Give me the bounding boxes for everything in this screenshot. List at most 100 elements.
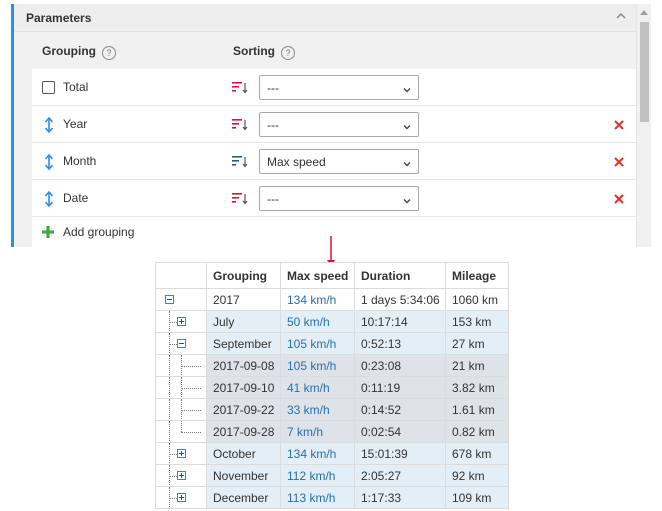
table-row[interactable]: 2017-09-22 33 km/h 0:14:52 1.61 km bbox=[155, 398, 509, 421]
table-row[interactable]: 2017-09-10 41 km/h 0:11:19 3.82 km bbox=[155, 376, 509, 399]
chevron-down-icon bbox=[403, 157, 411, 167]
chevron-up-icon[interactable] bbox=[616, 11, 626, 21]
sort-select[interactable]: --- bbox=[259, 186, 419, 211]
sorting-column-header: Sorting? bbox=[233, 44, 295, 60]
sort-select[interactable]: --- bbox=[259, 112, 419, 137]
grouping-label: Total bbox=[63, 80, 89, 94]
sort-unset-icon[interactable] bbox=[232, 80, 248, 94]
table-row[interactable]: 2017-09-08 105 km/h 0:23:08 21 km bbox=[155, 354, 509, 377]
drag-handle-icon[interactable] bbox=[42, 116, 56, 134]
table-row[interactable]: July 50 km/h 10:17:14 153 km bbox=[155, 310, 509, 333]
mileage-cell: 1.61 km bbox=[445, 398, 509, 421]
table-row[interactable]: 2017 134 km/h 1 days 5:34:06 1060 km bbox=[155, 288, 509, 311]
max-speed-cell: 33 km/h bbox=[280, 398, 355, 421]
grouping-header-label: Grouping bbox=[42, 44, 96, 58]
chevron-down-icon bbox=[403, 83, 411, 93]
column-header-max-speed[interactable]: Max speed bbox=[280, 262, 355, 289]
table-row[interactable]: November 112 km/h 2:05:27 92 km bbox=[155, 464, 509, 487]
sort-select-value: Max speed bbox=[267, 155, 326, 169]
duration-cell: 0:52:13 bbox=[354, 332, 446, 355]
tree-cell bbox=[155, 420, 207, 443]
max-speed-cell: 113 km/h bbox=[280, 486, 355, 509]
total-checkbox[interactable] bbox=[42, 81, 55, 94]
duration-cell: 10:17:14 bbox=[354, 310, 446, 333]
collapse-icon[interactable] bbox=[165, 295, 174, 304]
table-header-row: Grouping Max speed Duration Mileage bbox=[155, 262, 509, 289]
grouping-row: Month Max speed bbox=[32, 143, 636, 180]
scrollbar-thumb[interactable] bbox=[640, 22, 649, 122]
tree-cell bbox=[155, 442, 207, 465]
sort-unset-icon[interactable] bbox=[232, 191, 248, 205]
grouping-label: Date bbox=[63, 191, 89, 205]
duration-cell: 15:01:39 bbox=[354, 442, 446, 465]
expand-icon[interactable] bbox=[177, 471, 186, 480]
help-icon[interactable]: ? bbox=[281, 46, 295, 60]
max-speed-cell: 50 km/h bbox=[280, 310, 355, 333]
mileage-cell: 21 km bbox=[445, 354, 509, 377]
table-row[interactable]: September 105 km/h 0:52:13 27 km bbox=[155, 332, 509, 355]
sort-unset-icon[interactable] bbox=[232, 117, 248, 131]
column-header-grouping[interactable]: Grouping bbox=[206, 262, 281, 289]
grouping-cell: December bbox=[206, 486, 281, 509]
grouping-row: Date --- bbox=[32, 180, 636, 217]
expand-icon[interactable] bbox=[177, 449, 186, 458]
panel-header[interactable]: Parameters bbox=[14, 4, 636, 32]
mileage-cell: 153 km bbox=[445, 310, 509, 333]
grouping-cell: 2017 bbox=[206, 288, 281, 311]
column-headers: Grouping? Sorting? bbox=[14, 32, 636, 69]
column-header-duration[interactable]: Duration bbox=[354, 262, 446, 289]
max-speed-cell: 134 km/h bbox=[280, 442, 355, 465]
drag-handle-icon[interactable] bbox=[42, 153, 56, 171]
max-speed-cell: 105 km/h bbox=[280, 332, 355, 355]
grouping-cell: 2017-09-28 bbox=[206, 420, 281, 443]
sort-select-value: --- bbox=[267, 81, 279, 95]
sort-select[interactable]: --- bbox=[259, 75, 419, 100]
grouping-cell: October bbox=[206, 442, 281, 465]
remove-icon[interactable] bbox=[614, 119, 624, 130]
table-row[interactable]: December 113 km/h 1:17:33 109 km bbox=[155, 486, 509, 509]
duration-cell: 0:02:54 bbox=[354, 420, 446, 443]
tree-cell bbox=[155, 398, 207, 421]
sort-select[interactable]: Max speed bbox=[259, 149, 419, 174]
max-speed-cell: 105 km/h bbox=[280, 354, 355, 377]
grouping-cell: November bbox=[206, 464, 281, 487]
panel-title: Parameters bbox=[26, 11, 92, 25]
tree-cell bbox=[155, 310, 207, 333]
tree-cell bbox=[155, 354, 207, 377]
chevron-down-icon bbox=[403, 120, 411, 130]
table-row[interactable]: October 134 km/h 15:01:39 678 km bbox=[155, 442, 509, 465]
collapse-icon[interactable] bbox=[177, 339, 186, 348]
expand-icon[interactable] bbox=[177, 493, 186, 502]
mileage-cell: 27 km bbox=[445, 332, 509, 355]
table-row[interactable]: 2017-09-28 7 km/h 0:02:54 0.82 km bbox=[155, 420, 509, 443]
duration-cell: 0:23:08 bbox=[354, 354, 446, 377]
result-table: Grouping Max speed Duration Mileage 2017… bbox=[155, 262, 509, 509]
grouping-cell: 2017-09-22 bbox=[206, 398, 281, 421]
tree-cell bbox=[155, 332, 207, 355]
help-icon[interactable]: ? bbox=[102, 46, 116, 60]
grouping-label: Year bbox=[63, 117, 88, 131]
tree-header bbox=[155, 262, 207, 289]
plus-icon bbox=[42, 226, 54, 238]
remove-icon[interactable] bbox=[614, 193, 624, 204]
scrollbar[interactable] bbox=[636, 4, 651, 247]
grouping-list: Total --- Year --- Month Max speed Date --- Add… bbox=[32, 69, 636, 247]
duration-cell: 0:14:52 bbox=[354, 398, 446, 421]
drag-handle-icon[interactable] bbox=[42, 190, 56, 208]
max-speed-cell: 134 km/h bbox=[280, 288, 355, 311]
mileage-cell: 1060 km bbox=[445, 288, 509, 311]
scroll-up-arrow-icon[interactable] bbox=[640, 10, 648, 15]
mileage-cell: 109 km bbox=[445, 486, 509, 509]
grouping-label: Month bbox=[63, 154, 97, 168]
column-header-mileage[interactable]: Mileage bbox=[445, 262, 509, 289]
remove-icon[interactable] bbox=[614, 156, 624, 167]
mileage-cell: 3.82 km bbox=[445, 376, 509, 399]
expand-icon[interactable] bbox=[177, 317, 186, 326]
tree-cell bbox=[155, 486, 207, 509]
grouping-row: Total --- bbox=[32, 69, 636, 106]
sort-desc-icon[interactable] bbox=[232, 154, 248, 168]
parameters-panel: Parameters Grouping? Sorting? Total --- Ye… bbox=[11, 4, 651, 247]
sort-select-value: --- bbox=[267, 118, 279, 132]
duration-cell: 2:05:27 bbox=[354, 464, 446, 487]
duration-cell: 0:11:19 bbox=[354, 376, 446, 399]
